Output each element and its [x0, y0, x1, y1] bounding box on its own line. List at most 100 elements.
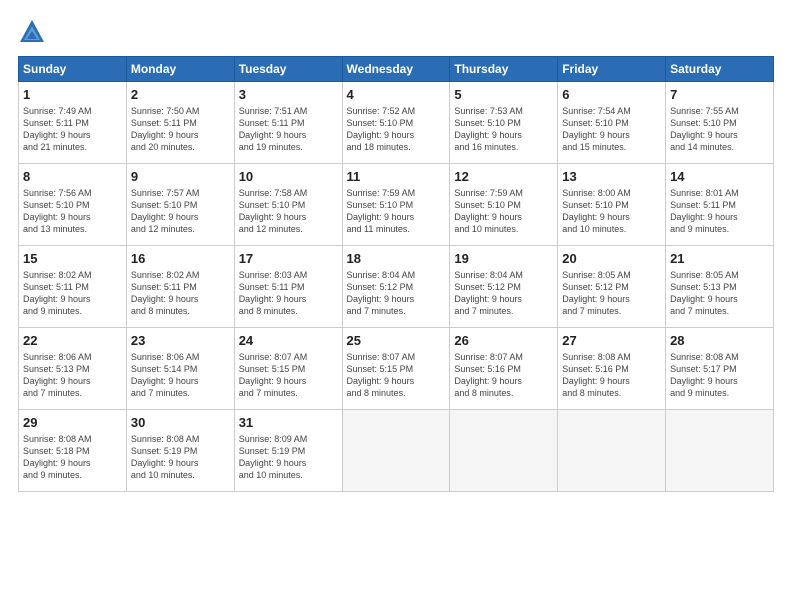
- day-number: 25: [347, 332, 446, 350]
- calendar-cell: [450, 410, 558, 492]
- day-number: 3: [239, 86, 338, 104]
- calendar-cell: 14Sunrise: 8:01 AM Sunset: 5:11 PM Dayli…: [666, 164, 774, 246]
- day-number: 29: [23, 414, 122, 432]
- day-info: Sunrise: 7:57 AM Sunset: 5:10 PM Dayligh…: [131, 187, 230, 236]
- calendar-cell: 26Sunrise: 8:07 AM Sunset: 5:16 PM Dayli…: [450, 328, 558, 410]
- day-number: 27: [562, 332, 661, 350]
- day-info: Sunrise: 7:59 AM Sunset: 5:10 PM Dayligh…: [347, 187, 446, 236]
- calendar-cell: 20Sunrise: 8:05 AM Sunset: 5:12 PM Dayli…: [558, 246, 666, 328]
- calendar-cell: 4Sunrise: 7:52 AM Sunset: 5:10 PM Daylig…: [342, 82, 450, 164]
- day-info: Sunrise: 8:04 AM Sunset: 5:12 PM Dayligh…: [347, 269, 446, 318]
- day-number: 11: [347, 168, 446, 186]
- day-info: Sunrise: 7:52 AM Sunset: 5:10 PM Dayligh…: [347, 105, 446, 154]
- day-number: 4: [347, 86, 446, 104]
- day-number: 26: [454, 332, 553, 350]
- calendar-cell: [558, 410, 666, 492]
- week-row-5: 29Sunrise: 8:08 AM Sunset: 5:18 PM Dayli…: [19, 410, 774, 492]
- calendar-cell: 27Sunrise: 8:08 AM Sunset: 5:16 PM Dayli…: [558, 328, 666, 410]
- calendar-cell: 7Sunrise: 7:55 AM Sunset: 5:10 PM Daylig…: [666, 82, 774, 164]
- day-info: Sunrise: 8:08 AM Sunset: 5:19 PM Dayligh…: [131, 433, 230, 482]
- weekday-tuesday: Tuesday: [234, 57, 342, 82]
- day-number: 8: [23, 168, 122, 186]
- week-row-3: 15 Sunrise: 8:02 AM Sunset: 5:11 PM Dayli…: [19, 246, 774, 328]
- calendar-cell: 31Sunrise: 8:09 AM Sunset: 5:19 PM Dayli…: [234, 410, 342, 492]
- day-info: Sunrise: 8:05 AM Sunset: 5:12 PM Dayligh…: [562, 269, 661, 318]
- day-info: Sunrise: 7:59 AM Sunset: 5:10 PM Dayligh…: [454, 187, 553, 236]
- calendar-cell: [666, 410, 774, 492]
- calendar-cell: 8Sunrise: 7:56 AM Sunset: 5:10 PM Daylig…: [19, 164, 127, 246]
- day-info: Sunrise: 7:54 AM Sunset: 5:10 PM Dayligh…: [562, 105, 661, 154]
- calendar-cell: 18Sunrise: 8:04 AM Sunset: 5:12 PM Dayli…: [342, 246, 450, 328]
- calendar-cell: 10Sunrise: 7:58 AM Sunset: 5:10 PM Dayli…: [234, 164, 342, 246]
- day-number: 21: [670, 250, 769, 268]
- day-number: 23: [131, 332, 230, 350]
- calendar-cell: 24Sunrise: 8:07 AM Sunset: 5:15 PM Dayli…: [234, 328, 342, 410]
- weekday-monday: Monday: [126, 57, 234, 82]
- week-row-2: 8Sunrise: 7:56 AM Sunset: 5:10 PM Daylig…: [19, 164, 774, 246]
- day-info: Sunrise: 7:58 AM Sunset: 5:10 PM Dayligh…: [239, 187, 338, 236]
- calendar-cell: 12Sunrise: 7:59 AM Sunset: 5:10 PM Dayli…: [450, 164, 558, 246]
- day-number: 2: [131, 86, 230, 104]
- calendar-cell: 11Sunrise: 7:59 AM Sunset: 5:10 PM Dayli…: [342, 164, 450, 246]
- day-number: 17: [239, 250, 338, 268]
- day-info: Sunrise: 7:51 AM Sunset: 5:11 PM Dayligh…: [239, 105, 338, 154]
- day-number: 5: [454, 86, 553, 104]
- day-info: Sunrise: 7:53 AM Sunset: 5:10 PM Dayligh…: [454, 105, 553, 154]
- day-number: 10: [239, 168, 338, 186]
- day-number: 14: [670, 168, 769, 186]
- day-info: Sunrise: 8:03 AM Sunset: 5:11 PM Dayligh…: [239, 269, 338, 318]
- logo-icon: [18, 18, 46, 46]
- day-info: Sunrise: 7:50 AM Sunset: 5:11 PM Dayligh…: [131, 105, 230, 154]
- day-info: Sunrise: 8:06 AM Sunset: 5:14 PM Dayligh…: [131, 351, 230, 400]
- calendar-cell: 6Sunrise: 7:54 AM Sunset: 5:10 PM Daylig…: [558, 82, 666, 164]
- day-info: Sunrise: 8:02 AM Sunset: 5:11 PM Dayligh…: [131, 269, 230, 318]
- day-number: 28: [670, 332, 769, 350]
- calendar-cell: 28Sunrise: 8:08 AM Sunset: 5:17 PM Dayli…: [666, 328, 774, 410]
- calendar-cell: 5Sunrise: 7:53 AM Sunset: 5:10 PM Daylig…: [450, 82, 558, 164]
- day-number: 12: [454, 168, 553, 186]
- day-number: 16: [131, 250, 230, 268]
- day-number: 20: [562, 250, 661, 268]
- day-info: Sunrise: 8:04 AM Sunset: 5:12 PM Dayligh…: [454, 269, 553, 318]
- day-number: 30: [131, 414, 230, 432]
- day-info: Sunrise: 8:07 AM Sunset: 5:15 PM Dayligh…: [239, 351, 338, 400]
- calendar-cell: 15Sunrise: 8:02 AM Sunset: 5:11 PM Dayli…: [19, 246, 127, 328]
- day-info: Sunrise: 8:00 AM Sunset: 5:10 PM Dayligh…: [562, 187, 661, 236]
- calendar-cell: 21Sunrise: 8:05 AM Sunset: 5:13 PM Dayli…: [666, 246, 774, 328]
- day-number: 9: [131, 168, 230, 186]
- weekday-saturday: Saturday: [666, 57, 774, 82]
- calendar-cell: 25Sunrise: 8:07 AM Sunset: 5:15 PM Dayli…: [342, 328, 450, 410]
- calendar-cell: 23Sunrise: 8:06 AM Sunset: 5:14 PM Dayli…: [126, 328, 234, 410]
- day-number: 31: [239, 414, 338, 432]
- day-info: Sunrise: 8:06 AM Sunset: 5:13 PM Dayligh…: [23, 351, 122, 400]
- day-info: Sunrise: 8:07 AM Sunset: 5:16 PM Dayligh…: [454, 351, 553, 400]
- calendar-cell: 2Sunrise: 7:50 AM Sunset: 5:11 PM Daylig…: [126, 82, 234, 164]
- day-number: 7: [670, 86, 769, 104]
- calendar-cell: 29Sunrise: 8:08 AM Sunset: 5:18 PM Dayli…: [19, 410, 127, 492]
- calendar-cell: 19Sunrise: 8:04 AM Sunset: 5:12 PM Dayli…: [450, 246, 558, 328]
- day-number: 22: [23, 332, 122, 350]
- day-number: 24: [239, 332, 338, 350]
- logo: [18, 18, 50, 46]
- page: SundayMondayTuesdayWednesdayThursdayFrid…: [0, 0, 792, 612]
- header: [18, 18, 774, 46]
- weekday-header-row: SundayMondayTuesdayWednesdayThursdayFrid…: [19, 57, 774, 82]
- calendar-cell: 22Sunrise: 8:06 AM Sunset: 5:13 PM Dayli…: [19, 328, 127, 410]
- weekday-friday: Friday: [558, 57, 666, 82]
- day-info: Sunrise: 8:07 AM Sunset: 5:15 PM Dayligh…: [347, 351, 446, 400]
- day-number: 6: [562, 86, 661, 104]
- weekday-sunday: Sunday: [19, 57, 127, 82]
- calendar-cell: 30Sunrise: 8:08 AM Sunset: 5:19 PM Dayli…: [126, 410, 234, 492]
- day-info: Sunrise: 7:55 AM Sunset: 5:10 PM Dayligh…: [670, 105, 769, 154]
- day-number: 18: [347, 250, 446, 268]
- calendar-table: SundayMondayTuesdayWednesdayThursdayFrid…: [18, 56, 774, 492]
- calendar-cell: 17Sunrise: 8:03 AM Sunset: 5:11 PM Dayli…: [234, 246, 342, 328]
- weekday-thursday: Thursday: [450, 57, 558, 82]
- weekday-wednesday: Wednesday: [342, 57, 450, 82]
- week-row-4: 22Sunrise: 8:06 AM Sunset: 5:13 PM Dayli…: [19, 328, 774, 410]
- day-number: 19: [454, 250, 553, 268]
- day-info: Sunrise: 8:08 AM Sunset: 5:17 PM Dayligh…: [670, 351, 769, 400]
- day-number: 15: [23, 250, 122, 268]
- day-info: Sunrise: 8:09 AM Sunset: 5:19 PM Dayligh…: [239, 433, 338, 482]
- week-row-1: 1Sunrise: 7:49 AM Sunset: 5:11 PM Daylig…: [19, 82, 774, 164]
